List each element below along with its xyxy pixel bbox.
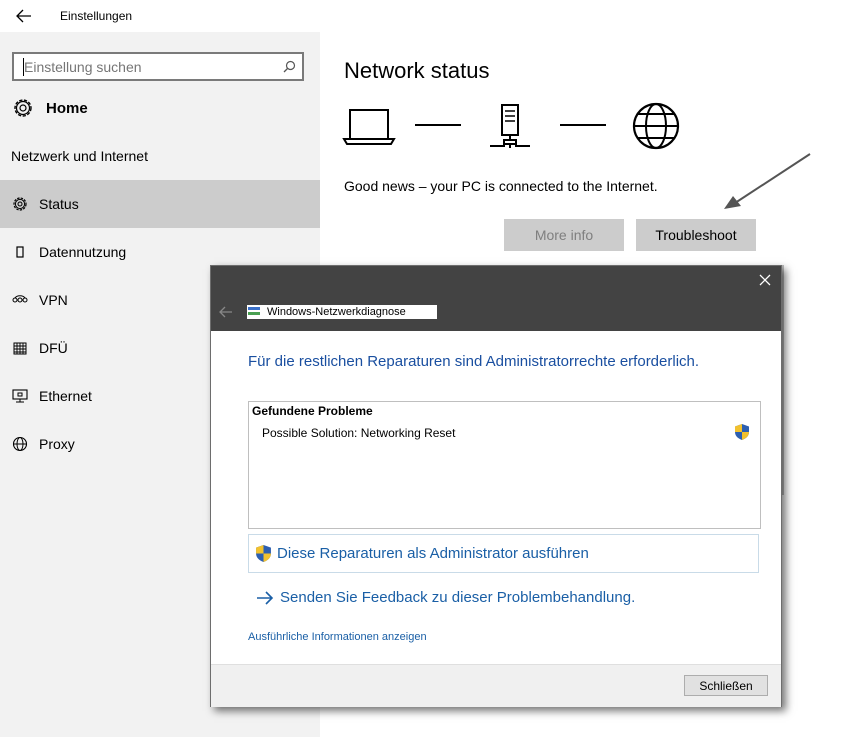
shield-icon xyxy=(256,545,271,562)
app-title: Einstellungen xyxy=(60,9,133,23)
ethernet-icon xyxy=(12,389,28,403)
network-diagnostics-dialog: Windows-Netzwerkdiagnose Windows-Netzwer… xyxy=(210,265,782,707)
network-diagram xyxy=(342,102,680,150)
home-link[interactable]: Home xyxy=(11,96,88,120)
back-button[interactable] xyxy=(12,6,36,26)
details-link[interactable]: Ausführliche Informationen anzeigen xyxy=(248,631,427,643)
dialog-title-text: Windows-Netzwerkdiagnose xyxy=(267,306,406,318)
more-info-button[interactable]: More info xyxy=(504,219,624,251)
gear-icon xyxy=(14,99,32,117)
sidebar-item-label: Datennutzung xyxy=(39,244,127,260)
troubleshoot-button[interactable]: Troubleshoot xyxy=(636,219,756,251)
dialog-footer: Schließen xyxy=(211,664,781,707)
title-bar: Einstellungen xyxy=(0,0,858,32)
close-button[interactable]: Schließen xyxy=(684,675,768,696)
dialup-icon xyxy=(13,342,27,355)
search-input[interactable] xyxy=(24,57,274,77)
sidebar-item-label: Ethernet xyxy=(39,388,92,404)
arrow-left-icon xyxy=(16,9,31,23)
problems-title: Gefundene Probleme xyxy=(252,404,373,418)
feedback-label: Senden Sie Feedback zu dieser Problembeh… xyxy=(280,589,636,606)
page-title: Network status xyxy=(344,58,490,83)
sidebar-item-label: Proxy xyxy=(39,436,75,452)
problem-item: Possible Solution: Networking Reset xyxy=(262,426,456,440)
gear-icon xyxy=(13,197,27,211)
shield-icon xyxy=(735,424,749,440)
globe-icon xyxy=(12,436,28,452)
arrow-left-icon[interactable] xyxy=(219,306,233,318)
sidebar-item-label: Status xyxy=(39,196,79,212)
vpn-icon xyxy=(12,295,28,303)
run-as-admin-label: Diese Reparaturen als Administrator ausf… xyxy=(277,545,589,562)
sidebar-item-label: VPN xyxy=(39,292,68,308)
dialog-heading: Für die restlichen Reparaturen sind Admi… xyxy=(248,353,700,370)
sidebar-item-label: DFÜ xyxy=(39,340,68,356)
globe-icon xyxy=(632,102,680,150)
search-box[interactable] xyxy=(12,52,304,81)
sidebar-item-status[interactable]: Status xyxy=(0,180,320,228)
data-usage-icon xyxy=(16,246,24,258)
problems-list: Gefundene Probleme Possible Solution: Ne… xyxy=(248,401,761,529)
arrow-right-icon xyxy=(257,590,274,605)
run-as-admin-button[interactable]: Diese Reparaturen als Administrator ausf… xyxy=(248,534,759,573)
section-title: Netzwerk und Internet xyxy=(11,148,148,164)
router-icon xyxy=(490,104,530,148)
search-icon[interactable] xyxy=(283,60,296,73)
home-label: Home xyxy=(46,99,88,117)
diagnostics-app-icon xyxy=(248,307,260,315)
laptop-icon xyxy=(342,109,396,145)
annotation-arrow-icon xyxy=(724,153,811,209)
connection-status-message: Good news – your PC is connected to the … xyxy=(344,178,658,194)
close-icon[interactable] xyxy=(757,272,773,288)
feedback-link[interactable]: Senden Sie Feedback zu dieser Problembeh… xyxy=(256,589,635,606)
